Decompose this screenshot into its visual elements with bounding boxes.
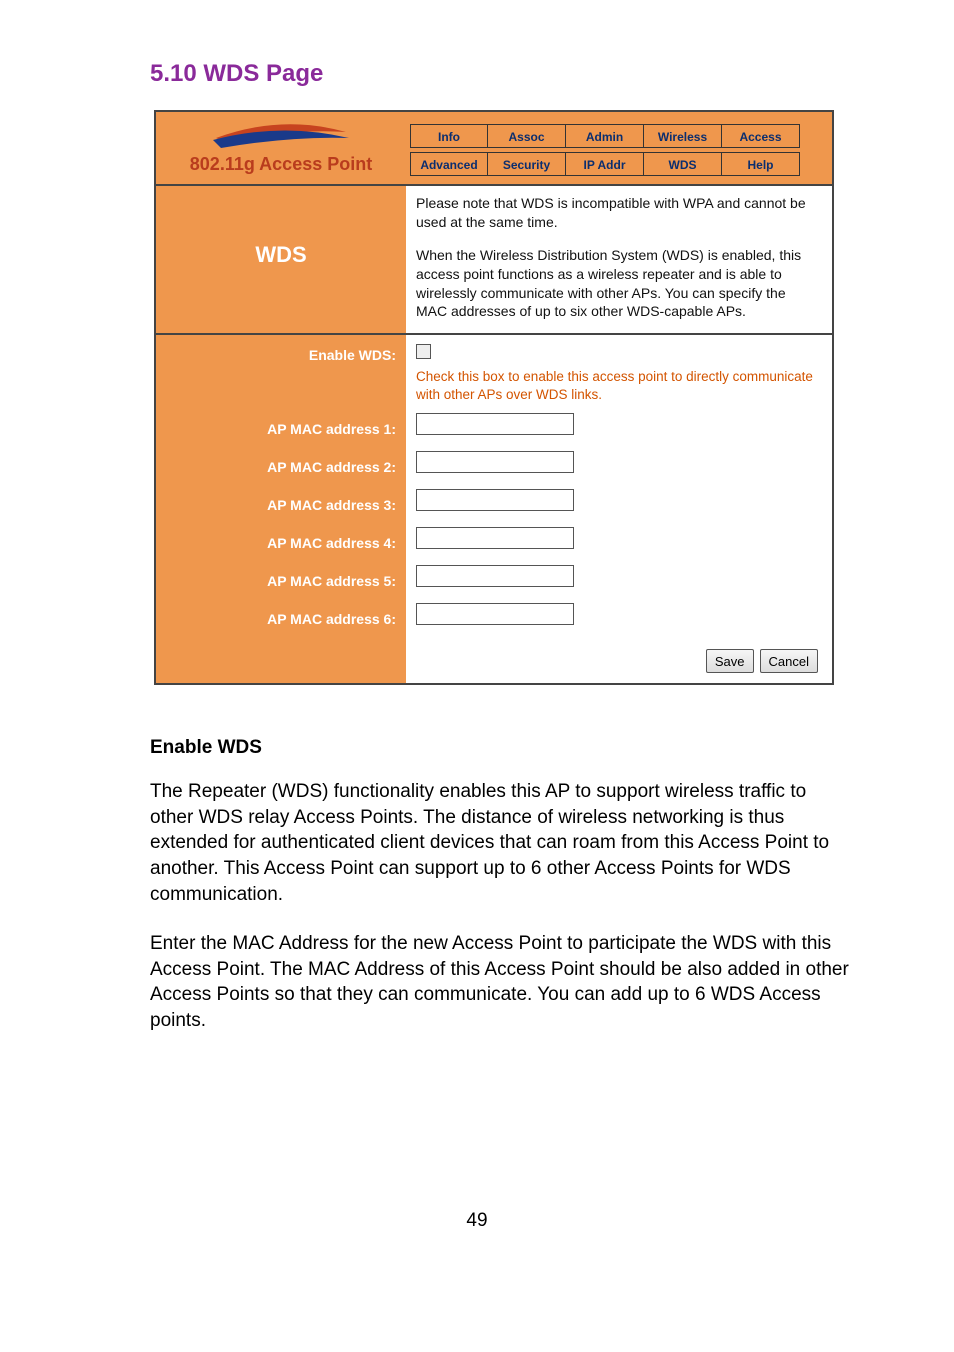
mac-input-4[interactable] bbox=[416, 527, 574, 549]
enable-wds-hint: Check this box to enable this access poi… bbox=[416, 368, 818, 403]
tab-help[interactable]: Help bbox=[722, 152, 800, 176]
body-para-2: Enter the MAC Address for the new Access… bbox=[150, 931, 850, 1034]
wds-note: Please note that WDS is incompatible wit… bbox=[416, 194, 818, 232]
mac-label-3: AP MAC address 3: bbox=[156, 491, 406, 529]
mac-input-2[interactable] bbox=[416, 451, 574, 473]
wds-left-panel: WDS bbox=[156, 186, 406, 333]
mac-label-1: AP MAC address 1: bbox=[156, 415, 406, 453]
tab-info[interactable]: Info bbox=[410, 124, 488, 148]
tab-assoc[interactable]: Assoc bbox=[488, 124, 566, 148]
form-labels-col: Enable WDS: AP MAC address 1: AP MAC add… bbox=[156, 335, 406, 683]
tab-row-1: Info Assoc Admin Wireless Access bbox=[410, 124, 820, 148]
enable-wds-checkbox[interactable] bbox=[416, 344, 431, 359]
tab-wireless[interactable]: Wireless bbox=[644, 124, 722, 148]
mac-input-1[interactable] bbox=[416, 413, 574, 435]
cancel-button[interactable]: Cancel bbox=[760, 649, 818, 673]
enable-wds-label: Enable WDS: bbox=[156, 343, 406, 415]
wds-description-panel: Please note that WDS is incompatible wit… bbox=[406, 186, 832, 333]
config-screenshot: 802.11g Access Point Info Assoc Admin Wi… bbox=[154, 110, 834, 685]
swoosh-icon bbox=[211, 120, 351, 150]
mac-label-5: AP MAC address 5: bbox=[156, 567, 406, 605]
body-para-1: The Repeater (WDS) functionality enables… bbox=[150, 779, 850, 907]
tab-wds[interactable]: WDS bbox=[644, 152, 722, 176]
logo-area: 802.11g Access Point bbox=[156, 112, 406, 184]
logo-text: 802.11g Access Point bbox=[156, 154, 406, 175]
wds-description: When the Wireless Distribution System (W… bbox=[416, 246, 818, 322]
tab-advanced[interactable]: Advanced bbox=[410, 152, 488, 176]
tab-security[interactable]: Security bbox=[488, 152, 566, 176]
page-number: 49 bbox=[0, 1210, 954, 1232]
body-heading: Enable WDS bbox=[150, 735, 850, 761]
mac-input-3[interactable] bbox=[416, 489, 574, 511]
tab-row-2: Advanced Security IP Addr WDS Help bbox=[410, 152, 820, 176]
tab-ipaddr[interactable]: IP Addr bbox=[566, 152, 644, 176]
tab-admin[interactable]: Admin bbox=[566, 124, 644, 148]
mac-label-4: AP MAC address 4: bbox=[156, 529, 406, 567]
page-title: 5.10 WDS Page bbox=[150, 60, 954, 88]
mac-label-2: AP MAC address 2: bbox=[156, 453, 406, 491]
mac-input-6[interactable] bbox=[416, 603, 574, 625]
wds-heading: WDS bbox=[156, 186, 406, 268]
form-inputs-col: Check this box to enable this access poi… bbox=[406, 335, 832, 683]
save-button[interactable]: Save bbox=[706, 649, 754, 673]
mac-input-5[interactable] bbox=[416, 565, 574, 587]
mac-label-6: AP MAC address 6: bbox=[156, 605, 406, 643]
tab-access[interactable]: Access bbox=[722, 124, 800, 148]
tabs-area: Info Assoc Admin Wireless Access Advance… bbox=[406, 112, 832, 184]
